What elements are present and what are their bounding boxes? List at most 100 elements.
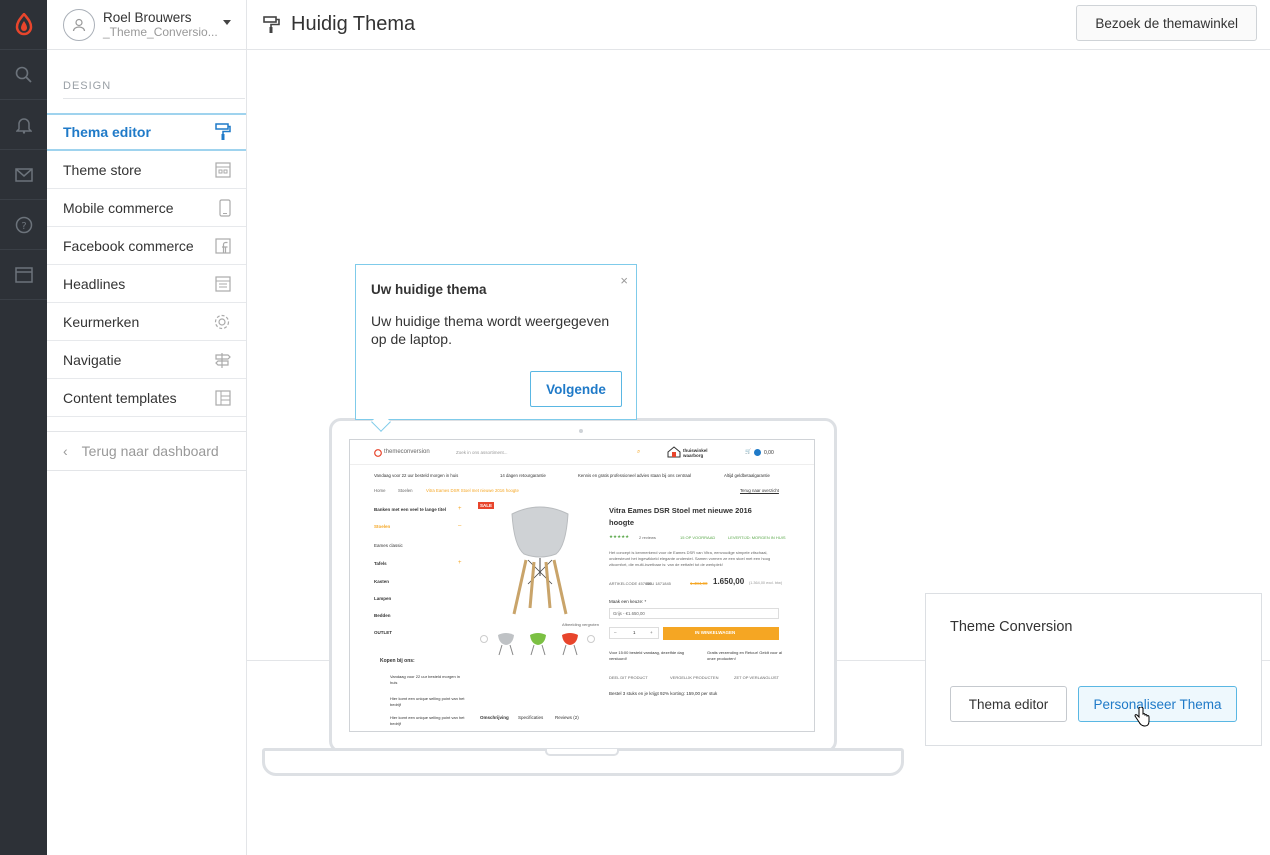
headlines-icon	[215, 275, 231, 292]
sidebar: Roel Brouwers _Theme_Conversio... DESIGN…	[47, 0, 247, 855]
sidebar-item-label: Thema editor	[63, 124, 151, 140]
sidebar-item-theme-store[interactable]: Theme store	[47, 151, 246, 189]
enlarge-image: Afbeelding vergroten	[562, 622, 599, 627]
why-item: Vandaag voor 22 uur besteld morgen in hu…	[390, 674, 460, 685]
rating-stars: ★★★★★	[609, 534, 630, 539]
page-title: Huidig Thema	[291, 13, 416, 35]
add-to-cart-label: IN WINKELWAGEN	[695, 630, 736, 635]
usp-item: Kennis en gratis professioneel advies st…	[578, 473, 691, 478]
category-item: OUTLET	[374, 630, 392, 635]
laptop-camera	[579, 429, 583, 433]
cart-total: 0,00	[764, 450, 774, 456]
preview-badge: thuiswinkel waarborg	[683, 448, 708, 458]
sidebar-item-label: Theme store	[63, 161, 142, 178]
divider	[350, 464, 814, 465]
back-label: Terug naar dashboard	[81, 443, 219, 459]
stock-status: 15 OP VOORRAAD	[680, 535, 716, 540]
category-item: Tafels	[374, 561, 387, 566]
delivery-note: Gratis verzending en Retour! Geldt voor …	[707, 650, 782, 661]
svg-text:?: ?	[21, 221, 26, 232]
tab-omschrijving: Omschrijving	[480, 715, 509, 720]
template-icon	[215, 389, 231, 406]
back-to-dashboard[interactable]: ‹ Terug naar dashboard	[47, 431, 246, 471]
tooltip-title: Uw huidige thema	[371, 282, 487, 297]
chevron-down-icon[interactable]	[223, 20, 231, 25]
bell-icon[interactable]	[0, 100, 47, 150]
mail-icon[interactable]	[0, 150, 47, 200]
sku: SKU 1871845	[646, 581, 671, 586]
category-item: Bedden	[374, 613, 391, 618]
thumbnail-grey	[498, 633, 514, 656]
onboarding-tooltip: Uw huidige thema × Uw huidige thema word…	[355, 264, 637, 432]
usp-item: Altijd geldbetaalgarantie	[724, 473, 770, 478]
thumbnail-orange	[562, 633, 578, 656]
sale-badge: SALE	[478, 502, 495, 509]
close-icon[interactable]: ×	[620, 273, 628, 288]
sidebar-item-label: Facebook commerce	[63, 237, 194, 254]
category-item: Lampen	[374, 596, 392, 601]
avatar	[63, 8, 95, 41]
sidebar-item-label: Content templates	[63, 389, 177, 406]
discount-note: Bestel 3 stuks en je krijgt 92% korting:…	[609, 691, 718, 696]
help-icon[interactable]: ?	[0, 200, 47, 250]
compare-products: VERGELIJK PRODUCTEN	[670, 675, 719, 680]
facebook-icon	[215, 237, 231, 254]
next-button[interactable]: Volgende	[530, 371, 622, 407]
sidebar-item-navigatie[interactable]: Navigatie	[47, 341, 246, 379]
chevron-left-icon: ‹	[63, 443, 68, 459]
option-label: Maak een keuze: *	[609, 599, 647, 604]
customize-theme-button[interactable]: Personaliseer Thema	[1078, 686, 1237, 722]
breadcrumb-item: Home	[374, 488, 386, 493]
sidebar-item-facebook-commerce[interactable]: Facebook commerce	[47, 227, 246, 265]
logo-icon[interactable]	[0, 0, 47, 50]
paint-roller-icon	[263, 15, 280, 33]
category-item: Eames classic	[374, 543, 403, 548]
design-menu: Thema editor Theme store Mobile commerce…	[47, 113, 246, 417]
option-value: Grijs - €1.650,00	[613, 611, 645, 616]
house-icon	[667, 446, 681, 458]
why-title: Kopen bij ons:	[380, 658, 415, 664]
page-header: Huidig Thema Bezoek de themawinkel	[247, 0, 1270, 50]
reviews-count: 2 reviews	[639, 535, 656, 540]
usp-item: 14 dagen retourgarantie	[500, 473, 546, 478]
chair-image	[511, 506, 569, 615]
user-switcher[interactable]: Roel Brouwers _Theme_Conversio...	[47, 0, 246, 50]
back-link: Terug naar overzicht	[740, 488, 779, 493]
search-icon[interactable]	[0, 50, 47, 100]
tooltip-body: Uw huidige thema wordt weergegeven op de…	[371, 313, 610, 347]
logo-icon	[374, 449, 382, 457]
minus-icon: –	[614, 630, 617, 635]
thumbnail-green	[530, 633, 546, 656]
cart-count	[754, 449, 761, 456]
sidebar-item-label: Navigatie	[63, 351, 122, 368]
sidebar-item-keurmerken[interactable]: Keurmerken	[47, 303, 246, 341]
paint-roller-icon	[215, 123, 231, 140]
sidebar-item-content-templates[interactable]: Content templates	[47, 379, 246, 417]
cart-icon: 🛒	[745, 449, 752, 455]
preview-search: Zoek in ons assortiment...	[456, 450, 508, 455]
user-icon	[72, 18, 86, 31]
product-title: Vitra Eames DSR Stoel met nieuwe 2016 ho…	[609, 506, 752, 527]
share-product: DEEL DIT PRODUCT	[609, 675, 648, 680]
sidebar-item-headlines[interactable]: Headlines	[47, 265, 246, 303]
window-icon[interactable]	[0, 250, 47, 300]
why-item: Hier komt een unique selling point van h…	[390, 715, 465, 726]
section-title: DESIGN	[63, 50, 245, 99]
sidebar-item-label: Mobile commerce	[63, 199, 174, 216]
visit-theme-store-button[interactable]: Bezoek de themawinkel	[1076, 5, 1257, 41]
theme-editor-button[interactable]: Thema editor	[950, 686, 1067, 722]
delivery-note: Voor 15:00 besteld vandaag, dezelfde dag…	[609, 650, 684, 661]
hand-cursor-icon	[1134, 707, 1150, 727]
category-item: Kasten	[374, 579, 390, 584]
category-item: Stoelen	[374, 524, 391, 529]
shop-name: _Theme_Conversio...	[103, 24, 218, 39]
sidebar-item-mobile-commerce[interactable]: Mobile commerce	[47, 189, 246, 227]
old-price: 1.484,00	[690, 581, 708, 586]
minus-icon: –	[458, 523, 462, 529]
price: 1.650,00	[713, 577, 745, 586]
tab-reviews: Reviews (2)	[555, 715, 579, 720]
product-description: Het concept is kenmerkend voor de Eames …	[609, 550, 771, 567]
sidebar-item-thema-editor[interactable]: Thema editor	[47, 113, 246, 151]
sidebar-item-label: Keurmerken	[63, 313, 140, 330]
theme-preview-screen: themeconversion Zoek in ons assortiment.…	[349, 439, 815, 732]
